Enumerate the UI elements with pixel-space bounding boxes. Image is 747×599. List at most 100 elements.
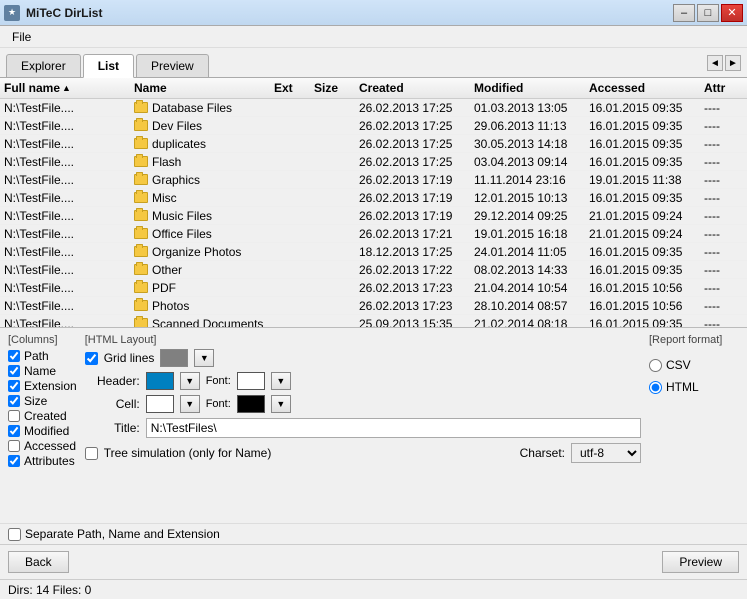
treesim-checkbox[interactable]: [85, 447, 98, 460]
column-checkbox-item[interactable]: Attributes: [8, 454, 77, 468]
cell-font-color-dropdown[interactable]: ▼: [271, 395, 291, 413]
folder-icon: [134, 174, 148, 185]
tab-scroll-left[interactable]: ◄: [707, 55, 723, 71]
gridlines-color-box[interactable]: [160, 349, 188, 367]
cell-created: 26.02.2013 17:19: [355, 172, 470, 188]
menu-file[interactable]: File: [4, 28, 39, 46]
html-layout-section: [HTML Layout] Grid lines ▼ Header: ▼ Fon…: [85, 334, 641, 517]
col-header-name[interactable]: Name: [130, 80, 270, 96]
cell-created: 26.02.2013 17:19: [355, 208, 470, 224]
column-checkbox-extension[interactable]: [8, 380, 20, 392]
gridlines-checkbox[interactable]: [85, 352, 98, 365]
table-row[interactable]: N:\TestFile.... Scanned Documents 25.09.…: [0, 315, 747, 327]
radio-csv-input[interactable]: [649, 359, 662, 372]
column-checkbox-path[interactable]: [8, 350, 20, 362]
folder-icon: [134, 210, 148, 221]
separate-path-label[interactable]: Separate Path, Name and Extension: [25, 527, 220, 541]
table-row[interactable]: N:\TestFile.... Graphics 26.02.2013 17:1…: [0, 171, 747, 189]
treesim-label[interactable]: Tree simulation (only for Name): [104, 446, 272, 460]
col-header-accessed[interactable]: Accessed: [585, 80, 700, 96]
radio-csv[interactable]: CSV: [649, 358, 739, 372]
cell-created: 26.02.2013 17:25: [355, 118, 470, 134]
table-row[interactable]: N:\TestFile.... Dev Files 26.02.2013 17:…: [0, 117, 747, 135]
header-font-color-box[interactable]: [237, 372, 265, 390]
charset-select[interactable]: utf-8: [571, 443, 641, 463]
title-label: Title:: [85, 421, 140, 435]
column-label-name: Name: [24, 364, 56, 378]
cell-font-color-box[interactable]: [237, 395, 265, 413]
gridlines-label[interactable]: Grid lines: [104, 351, 155, 365]
back-button[interactable]: Back: [8, 551, 69, 573]
table-row[interactable]: N:\TestFile.... Database Files 26.02.201…: [0, 99, 747, 117]
cell-bg-color-box[interactable]: [146, 395, 174, 413]
minimize-button[interactable]: –: [673, 4, 695, 22]
cell-attr: ----: [700, 118, 747, 134]
col-header-attr[interactable]: Attr: [700, 80, 747, 96]
gridlines-row: Grid lines ▼: [85, 349, 641, 367]
charset-label: Charset:: [520, 446, 565, 460]
cell-attr: ----: [700, 316, 747, 328]
cell-size: [310, 305, 355, 307]
column-checkbox-modified[interactable]: [8, 425, 20, 437]
table-row[interactable]: N:\TestFile.... Office Files 26.02.2013 …: [0, 225, 747, 243]
maximize-button[interactable]: □: [697, 4, 719, 22]
cell-name: Music Files: [130, 208, 270, 224]
cell-size: [310, 323, 355, 325]
column-checkbox-name[interactable]: [8, 365, 20, 377]
tab-preview[interactable]: Preview: [136, 54, 209, 77]
close-button[interactable]: ✕: [721, 4, 743, 22]
column-checkbox-item[interactable]: Size: [8, 394, 77, 408]
column-checkbox-size[interactable]: [8, 395, 20, 407]
header-bg-color-box[interactable]: [146, 372, 174, 390]
header-font-color-dropdown[interactable]: ▼: [271, 372, 291, 390]
column-checkbox-item[interactable]: Extension: [8, 379, 77, 393]
header-bg-color-dropdown[interactable]: ▼: [180, 372, 200, 390]
col-header-modified[interactable]: Modified: [470, 80, 585, 96]
cell-modified: 08.02.2013 14:33: [470, 262, 585, 278]
cell-size: [310, 197, 355, 199]
column-checkbox-item[interactable]: Name: [8, 364, 77, 378]
col-header-ext[interactable]: Ext: [270, 80, 310, 96]
column-checkbox-created[interactable]: [8, 410, 20, 422]
table-row[interactable]: N:\TestFile.... duplicates 26.02.2013 17…: [0, 135, 747, 153]
cell-fullname: N:\TestFile....: [0, 136, 130, 152]
file-table-scroll[interactable]: N:\TestFile.... Database Files 26.02.201…: [0, 99, 747, 327]
table-row[interactable]: N:\TestFile.... PDF 26.02.2013 17:23 21.…: [0, 279, 747, 297]
cell-bg-color-dropdown[interactable]: ▼: [180, 395, 200, 413]
radio-html[interactable]: HTML: [649, 380, 739, 394]
col-header-size[interactable]: Size: [310, 80, 355, 96]
column-checkbox-accessed[interactable]: [8, 440, 20, 452]
cell-ext: [270, 197, 310, 199]
column-checkbox-item[interactable]: Path: [8, 349, 77, 363]
tab-list[interactable]: List: [83, 54, 134, 78]
radio-html-input[interactable]: [649, 381, 662, 394]
separate-path-checkbox[interactable]: [8, 528, 21, 541]
table-row[interactable]: N:\TestFile.... Photos 26.02.2013 17:23 …: [0, 297, 747, 315]
tab-scroll-right[interactable]: ►: [725, 55, 741, 71]
column-checkbox-item[interactable]: Accessed: [8, 439, 77, 453]
col-header-created[interactable]: Created: [355, 80, 470, 96]
gridlines-color-dropdown[interactable]: ▼: [194, 349, 214, 367]
table-row[interactable]: N:\TestFile.... Other 26.02.2013 17:22 0…: [0, 261, 747, 279]
column-checkbox-attributes[interactable]: [8, 455, 20, 467]
col-header-fullname[interactable]: Full name ▲: [0, 80, 130, 96]
table-row[interactable]: N:\TestFile.... Flash 26.02.2013 17:25 0…: [0, 153, 747, 171]
column-label-created: Created: [24, 409, 67, 423]
table-row[interactable]: N:\TestFile.... Misc 26.02.2013 17:19 12…: [0, 189, 747, 207]
cell-font-label: Font:: [206, 398, 231, 410]
cell-name: Misc: [130, 190, 270, 206]
preview-button[interactable]: Preview: [662, 551, 739, 573]
report-format-section: [Report format] CSV HTML: [649, 334, 739, 517]
cell-modified: 28.10.2014 08:57: [470, 298, 585, 314]
cell-attr: ----: [700, 298, 747, 314]
statusbar: Dirs: 14 Files: 0: [0, 579, 747, 599]
cell-fullname: N:\TestFile....: [0, 262, 130, 278]
column-checkbox-item[interactable]: Created: [8, 409, 77, 423]
table-row[interactable]: N:\TestFile.... Music Files 26.02.2013 1…: [0, 207, 747, 225]
title-row: Title:: [85, 418, 641, 438]
column-checkbox-item[interactable]: Modified: [8, 424, 77, 438]
tab-explorer[interactable]: Explorer: [6, 54, 81, 77]
table-row[interactable]: N:\TestFile.... Organize Photos 18.12.20…: [0, 243, 747, 261]
title-input[interactable]: [146, 418, 641, 438]
cell-modified: 30.05.2013 14:18: [470, 136, 585, 152]
